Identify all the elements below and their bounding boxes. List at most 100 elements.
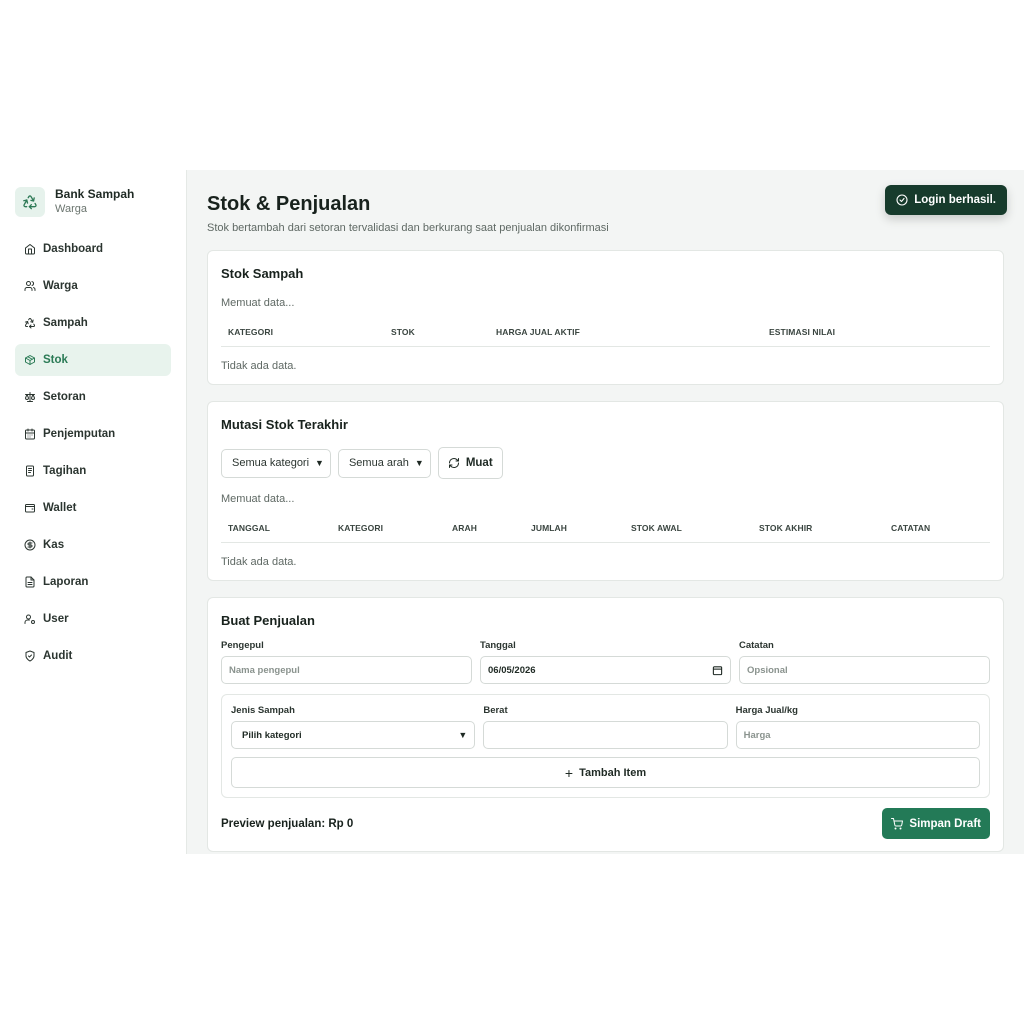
date-field-group: Tanggal 06/05/2026 [480, 640, 731, 684]
waste-type-field-group: Jenis Sampah Pilih kategori ▼ [231, 705, 476, 749]
column-header-jumlah: Jumlah [524, 523, 624, 543]
toast-text: Login berhasil. [914, 194, 996, 206]
sidebar-item-warga[interactable]: Warga [15, 270, 171, 302]
column-header-catatan: Catatan [884, 523, 990, 543]
sidebar-item-label: Setoran [43, 391, 86, 403]
sidebar-item-setoran[interactable]: Setoran [15, 381, 171, 413]
sale-footer: Preview penjualan: Rp 0 Simpan Draft [221, 808, 990, 839]
sidebar-item-audit[interactable]: Audit [15, 640, 171, 672]
date-value: 06/05/2026 [488, 664, 536, 676]
recycle-logo-icon [15, 186, 45, 217]
cart-icon [891, 817, 904, 829]
file-icon [25, 576, 35, 588]
column-header-harga-jual-aktif: Harga Jual Aktif [489, 327, 762, 347]
sidebar-item-label: Wallet [43, 502, 77, 514]
dollar-icon [24, 539, 36, 551]
collector-input[interactable]: Nama pengepul [221, 656, 472, 684]
shield-check-icon [25, 650, 35, 662]
mutation-table: Tanggal Kategori Arah Jumlah Stok Awal S… [221, 523, 990, 568]
column-header-arah: Arah [445, 523, 524, 543]
stock-card: Stok Sampah Memuat data... Kategori Stok… [207, 250, 1004, 385]
users-icon [24, 281, 36, 291]
collector-field-group: Pengepul Nama pengepul [221, 640, 472, 684]
note-placeholder: Opsional [747, 664, 788, 676]
app-window: Bank Sampah Warga Dashboard Warga Sampah… [0, 170, 1024, 854]
date-input[interactable]: 06/05/2026 [480, 656, 731, 684]
stock-loading-text: Memuat data... [221, 297, 295, 309]
mutation-loading-text: Memuat data... [221, 493, 295, 505]
sidebar-item-sampah[interactable]: Sampah [15, 307, 171, 339]
sidebar-item-label: Kas [43, 539, 65, 551]
column-header-estimasi-nilai: Estimasi Nilai [762, 327, 990, 347]
wallet-icon [25, 504, 35, 513]
sidebar-item-user[interactable]: User [15, 603, 171, 635]
chevron-down-icon: ▼ [315, 458, 324, 468]
add-item-button[interactable]: + Tambah Item [231, 757, 980, 788]
calendar-picker-icon[interactable] [712, 665, 723, 676]
calendar-icon [25, 428, 35, 440]
sale-card-title: Buat Penjualan [221, 613, 315, 628]
sidebar: Bank Sampah Warga Dashboard Warga Sampah… [0, 170, 187, 854]
refresh-icon [448, 458, 459, 468]
note-field-group: Catatan Opsional [739, 640, 990, 684]
price-input[interactable]: Harga [735, 721, 980, 749]
sidebar-item-dashboard[interactable]: Dashboard [15, 233, 171, 265]
category-filter-value: Semua kategori [232, 457, 310, 469]
price-placeholder: Harga [743, 729, 771, 741]
toast-notification[interactable]: Login berhasil. [885, 185, 1007, 215]
waste-type-select[interactable]: Pilih kategori ▼ [231, 721, 476, 749]
chevron-down-icon: ▼ [414, 458, 424, 468]
plus-icon: + [564, 764, 574, 781]
home-icon [25, 244, 35, 255]
date-label: Tanggal [480, 640, 516, 651]
page-subtitle: Stok bertambah dari setoran tervalidasi … [207, 222, 609, 234]
column-header-tanggal: Tanggal [221, 523, 331, 543]
sale-preview-text: Preview penjualan: Rp 0 [221, 817, 354, 830]
waste-type-value: Pilih kategori [242, 729, 302, 741]
stock-empty-text: Tidak ada data. [221, 360, 297, 372]
scale-icon [25, 392, 35, 402]
main-content: Login berhasil. Stok & Penjualan Stok be… [187, 170, 1024, 854]
sidebar-item-penjemputan[interactable]: Penjemputan [15, 418, 171, 450]
load-button-label: Muat [465, 457, 493, 469]
sidebar-item-tagihan[interactable]: Tagihan [15, 455, 171, 487]
stock-table: Kategori Stok Harga Jual Aktif Estimasi … [221, 327, 990, 372]
check-circle-icon [896, 194, 908, 206]
sale-item-row: Jenis Sampah Pilih kategori ▼ Berat Harg… [231, 705, 980, 749]
brand: Bank Sampah Warga [15, 186, 171, 217]
save-draft-button[interactable]: Simpan Draft [882, 808, 990, 839]
user-key-icon [24, 614, 35, 624]
sidebar-item-label: Audit [43, 650, 73, 662]
load-button[interactable]: Muat [437, 447, 503, 479]
sidebar-nav: Dashboard Warga Sampah Stok Setoran Penj… [15, 233, 171, 672]
sidebar-item-laporan[interactable]: Laporan [15, 566, 171, 598]
note-label: Catatan [739, 640, 774, 651]
sidebar-item-stok[interactable]: Stok [15, 344, 171, 376]
sidebar-item-label: Dashboard [43, 243, 104, 255]
category-filter-select[interactable]: Semua kategori ▼ [221, 448, 331, 478]
stock-card-title: Stok Sampah [221, 266, 304, 281]
price-label: Harga Jual/kg [735, 705, 798, 716]
sidebar-item-kas[interactable]: Kas [15, 529, 171, 561]
weight-field-group: Berat [483, 705, 728, 749]
note-input[interactable]: Opsional [739, 656, 990, 684]
collector-label: Pengepul [221, 640, 264, 651]
sale-header-fields: Pengepul Nama pengepul Tanggal 06/05/202… [221, 640, 990, 684]
mutation-card: Mutasi Stok Terakhir Semua kategori ▼ Se… [207, 401, 1004, 581]
sidebar-item-label: Penjemputan [43, 428, 116, 440]
sidebar-item-label: Tagihan [43, 465, 87, 477]
column-header-stok-awal: Stok Awal [624, 523, 752, 543]
price-field-group: Harga Jual/kg Harga [735, 705, 980, 749]
sale-card: Buat Penjualan Pengepul Nama pengepul Ta… [207, 597, 1004, 852]
weight-label: Berat [483, 705, 508, 716]
direction-filter-select[interactable]: Semua arah ▼ [337, 448, 431, 478]
column-header-stok-akhir: Stok Akhir [752, 523, 884, 543]
sidebar-item-label: Laporan [43, 576, 89, 588]
brand-title: Bank Sampah [55, 187, 135, 201]
save-draft-label: Simpan Draft [909, 817, 981, 830]
sidebar-item-label: Stok [43, 354, 68, 366]
sidebar-item-wallet[interactable]: Wallet [15, 492, 171, 524]
sidebar-item-label: Warga [43, 280, 78, 292]
waste-type-label: Jenis Sampah [231, 705, 295, 716]
weight-input[interactable] [483, 721, 728, 749]
